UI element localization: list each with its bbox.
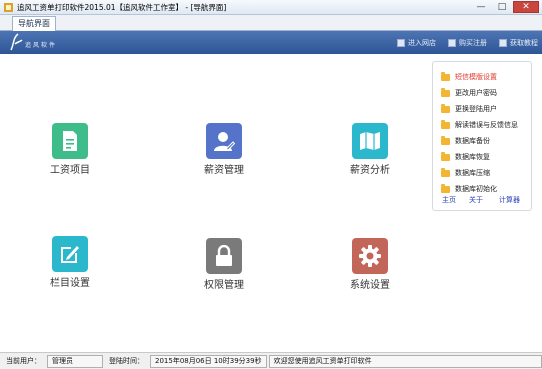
module-permission-management[interactable]: 权限管理 <box>184 238 264 292</box>
user-edit-icon <box>206 123 242 159</box>
module-label: 薪资管理 <box>204 165 244 176</box>
current-user-value: 管理员 <box>47 354 103 368</box>
gear-icon <box>352 238 388 274</box>
get-tutorial-link[interactable]: 获取教程 <box>499 38 538 48</box>
enter-shop-link[interactable]: 进入网店 <box>397 38 436 48</box>
window-title: 追风工资单打印软件2015.01【追风软件工作室】 - [导航界面] <box>17 3 227 12</box>
module-label: 工资项目 <box>50 165 90 176</box>
module-system-settings[interactable]: 系统设置 <box>330 238 410 292</box>
quick-item-db-init[interactable]: 数据库初始化 <box>441 183 497 194</box>
home-link[interactable]: 主页 <box>442 195 456 205</box>
lock-icon <box>206 238 242 274</box>
module-salary-management[interactable]: 薪资管理 <box>184 123 264 177</box>
map-icon <box>352 123 388 159</box>
minimize-button[interactable]: — <box>471 1 491 13</box>
close-button[interactable]: ✕ <box>513 1 539 13</box>
quick-item-label: 更换登陆用户 <box>455 105 497 113</box>
folder-icon <box>441 151 450 161</box>
status-bar: 当前用户： 管理员 登陆时间： 2015年08月06日 10时39分39秒 欢迎… <box>0 352 542 369</box>
tab-navigation[interactable]: 导航界面 <box>12 16 56 31</box>
header-banner: 追风软件 进入网店 购买注册 获取教程 <box>0 31 542 54</box>
logo-icon <box>10 33 23 51</box>
title-bar: 追风工资单打印软件2015.01【追风软件工作室】 - [导航界面] — □ ✕ <box>0 0 542 15</box>
quick-item-label: 数据库初始化 <box>455 185 497 193</box>
login-time-label: 登陆时间： <box>109 357 144 365</box>
folder-icon <box>441 119 450 129</box>
register-icon <box>448 39 456 47</box>
get-tutorial-label: 获取教程 <box>510 39 538 47</box>
enter-shop-label: 进入网店 <box>408 39 436 47</box>
document-icon <box>52 123 88 159</box>
main-area: 工资项目 薪资管理 薪资分析 栏目设置 权限管理 系统设置 短信模版设置 更改用… <box>0 54 542 352</box>
folder-icon <box>441 103 450 113</box>
folder-icon <box>441 167 450 177</box>
calculator-link[interactable]: 计算器 <box>499 195 520 205</box>
quick-item-label: 数据库压缩 <box>455 169 490 177</box>
module-column-settings[interactable]: 栏目设置 <box>30 236 110 290</box>
current-user-label: 当前用户： <box>6 357 41 365</box>
quick-item-db-compress[interactable]: 数据库压缩 <box>441 167 490 178</box>
quick-item-change-password[interactable]: 更改用户密码 <box>441 87 497 98</box>
quick-item-sms-template[interactable]: 短信模版设置 <box>441 71 497 82</box>
quick-item-label: 数据库备份 <box>455 137 490 145</box>
module-label: 栏目设置 <box>50 278 90 289</box>
quick-item-label: 更改用户密码 <box>455 89 497 97</box>
module-salary-items[interactable]: 工资项目 <box>30 123 110 177</box>
tutorial-icon <box>499 39 507 47</box>
quick-item-label: 短信模版设置 <box>455 73 497 81</box>
quick-item-label: 数据库恢复 <box>455 153 490 161</box>
quick-item-switch-user[interactable]: 更换登陆用户 <box>441 103 497 114</box>
module-label: 权限管理 <box>204 280 244 291</box>
module-label: 薪资分析 <box>350 165 390 176</box>
folder-icon <box>441 87 450 97</box>
quick-item-label: 解读错误与反馈信息 <box>455 121 518 129</box>
folder-icon <box>441 71 450 81</box>
app-icon <box>4 3 13 12</box>
quick-item-error-feedback[interactable]: 解读错误与反馈信息 <box>441 119 518 130</box>
maximize-button[interactable]: □ <box>492 1 512 13</box>
quick-actions-panel: 短信模版设置 更改用户密码 更换登陆用户 解读错误与反馈信息 数据库备份 数据库… <box>432 61 532 211</box>
login-time-value: 2015年08月06日 10时39分39秒 <box>150 354 267 368</box>
edit-icon <box>52 236 88 272</box>
buy-register-link[interactable]: 购买注册 <box>448 38 487 48</box>
welcome-message: 欢迎您使用追风工资单打印软件 <box>268 354 542 368</box>
brand-name: 追风软件 <box>25 42 58 49</box>
folder-icon <box>441 135 450 145</box>
buy-register-label: 购买注册 <box>459 39 487 47</box>
tab-strip: 导航界面 <box>0 15 542 31</box>
module-label: 系统设置 <box>350 280 390 291</box>
about-link[interactable]: 关于 <box>469 195 483 205</box>
quick-item-db-backup[interactable]: 数据库备份 <box>441 135 490 146</box>
shop-icon <box>397 39 405 47</box>
module-salary-analysis[interactable]: 薪资分析 <box>330 123 410 177</box>
folder-icon <box>441 183 450 193</box>
quick-item-db-restore[interactable]: 数据库恢复 <box>441 151 490 162</box>
